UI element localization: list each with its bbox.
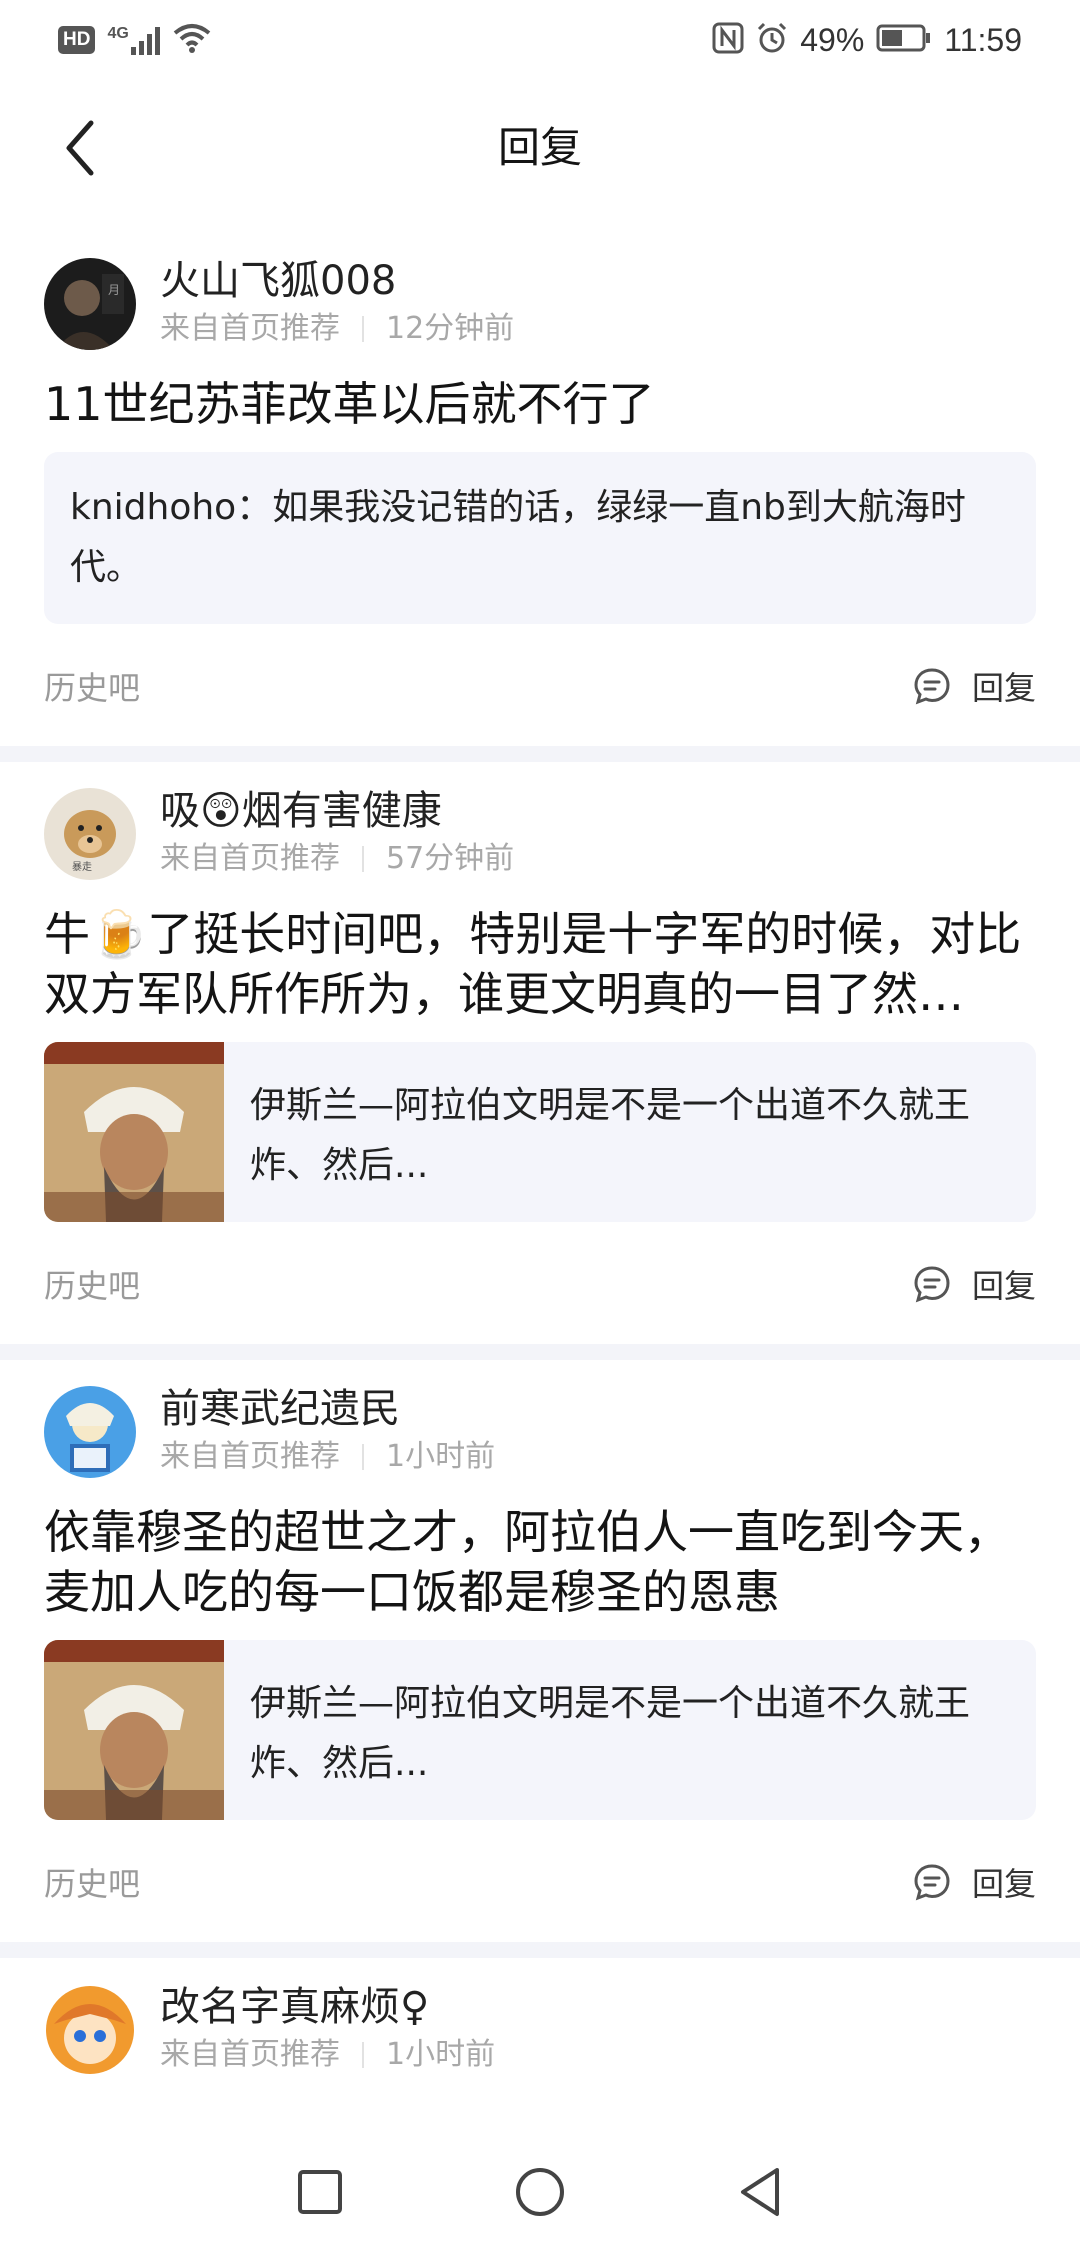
- avatar[interactable]: 暴走: [44, 788, 136, 880]
- network-type: 4G: [107, 25, 129, 42]
- wifi-icon: [173, 23, 211, 57]
- divider: [0, 1942, 1080, 1958]
- page-title: 回复: [497, 123, 582, 172]
- reply-content: 牛🍺了挺长时间吧，特别是十字军的时候，对比双方军队所作所为，谁更文明真的一目了然…: [44, 907, 1022, 1021]
- square-icon: [298, 2170, 342, 2214]
- status-bar: HD 4G 49% 11:59: [0, 0, 1080, 80]
- forum-tag[interactable]: 历史吧: [44, 1859, 140, 1905]
- reply-content: 依靠穆圣的超世之才，阿拉伯人一直吃到今天，麦加人吃的每一口饭都是穆圣的恩惠: [44, 1505, 1010, 1619]
- post-time: 12分钟前: [386, 311, 515, 346]
- battery-icon: [876, 24, 932, 56]
- thread-link-card[interactable]: 伊斯兰—阿拉伯文明是不是一个出道不久就王炸、然后...: [44, 1042, 1036, 1222]
- source-label: 来自首页推荐: [160, 841, 340, 876]
- hd-badge: HD: [58, 26, 96, 54]
- reply-card[interactable]: 前寒武纪遗民 来自首页推荐 1小时前 依靠穆圣的超世之才，阿拉伯人一直吃到今天，麦…: [0, 1360, 1080, 1942]
- separator: [362, 316, 364, 342]
- reply-button[interactable]: 回复: [912, 663, 1036, 709]
- username[interactable]: 改名字真麻烦♀: [160, 1982, 495, 2032]
- forum-tag[interactable]: 历史吧: [44, 663, 140, 709]
- reply-label: 回复: [971, 1267, 1036, 1305]
- separator: [362, 1444, 364, 1470]
- username[interactable]: 前寒武纪遗民: [160, 1384, 495, 1434]
- triangle-back-icon: [741, 2168, 779, 2216]
- post-time: 1小时前: [386, 1439, 496, 1474]
- reply-card[interactable]: 改名字真麻烦♀ 来自首页推荐 1小时前: [0, 1958, 1080, 2118]
- post-time: 1小时前: [386, 2037, 496, 2072]
- reply-label: 回复: [971, 669, 1036, 707]
- comment-icon: [914, 1266, 950, 1303]
- source-label: 来自首页推荐: [160, 2037, 340, 2072]
- header: 回复: [0, 100, 1080, 196]
- avatar[interactable]: 月: [44, 258, 136, 350]
- system-back-button[interactable]: [730, 2162, 790, 2222]
- separator: [362, 846, 364, 872]
- separator: [362, 2042, 364, 2068]
- reply-label: 回复: [971, 1865, 1036, 1903]
- clock: 11:59: [944, 21, 1022, 58]
- reply-card[interactable]: 月 火山飞狐008 来自首页推荐 12分钟前 11世纪苏菲改革以后就不行了 kni…: [0, 232, 1080, 746]
- svg-text:月: 月: [108, 283, 120, 297]
- thread-title: 伊斯兰—阿拉伯文明是不是一个出道不久就王炸、然后...: [250, 1085, 971, 1186]
- source-label: 来自首页推荐: [160, 311, 340, 346]
- avatar[interactable]: [44, 1386, 136, 1478]
- circle-icon: [516, 2168, 564, 2216]
- divider: [0, 746, 1080, 762]
- reply-button[interactable]: 回复: [912, 1261, 1036, 1307]
- signal-icon: 4G: [107, 25, 160, 55]
- reply-content: 11世纪苏菲改革以后就不行了: [44, 377, 655, 431]
- system-nav-bar: [0, 2140, 1080, 2244]
- svg-text:暴走: 暴走: [72, 861, 92, 873]
- thread-thumbnail: [44, 1042, 224, 1222]
- thread-link-card[interactable]: 伊斯兰—阿拉伯文明是不是一个出道不久就王炸、然后...: [44, 1640, 1036, 1820]
- thread-title: 伊斯兰—阿拉伯文明是不是一个出道不久就王炸、然后...: [250, 1683, 971, 1784]
- forum-tag[interactable]: 历史吧: [44, 1261, 140, 1307]
- username[interactable]: 火山飞狐008: [160, 256, 514, 306]
- reply-button[interactable]: 回复: [912, 1859, 1036, 1905]
- comment-icon: [914, 668, 950, 705]
- username[interactable]: 吸😲烟有害健康: [160, 786, 514, 836]
- nfc-icon: [712, 22, 744, 58]
- reply-feed: 月 火山飞狐008 来自首页推荐 12分钟前 11世纪苏菲改革以后就不行了 kni…: [0, 232, 1080, 2118]
- thread-thumbnail: [44, 1640, 224, 1820]
- quoted-comment[interactable]: knidhoho：如果我没记错的话，绿绿一直nb到大航海时代。: [44, 452, 1036, 624]
- avatar[interactable]: [44, 1984, 136, 2076]
- source-label: 来自首页推荐: [160, 1439, 340, 1474]
- home-button[interactable]: [510, 2162, 570, 2222]
- post-time: 57分钟前: [386, 841, 515, 876]
- recent-apps-button[interactable]: [290, 2162, 350, 2222]
- divider: [0, 1344, 1080, 1360]
- reply-card[interactable]: 暴走 吸😲烟有害健康 来自首页推荐 57分钟前 牛🍺了挺长时间吧，特别是十字军的时…: [0, 762, 1080, 1344]
- alarm-icon: [756, 22, 788, 58]
- comment-icon: [914, 1864, 950, 1901]
- battery-percent: 49%: [800, 21, 865, 58]
